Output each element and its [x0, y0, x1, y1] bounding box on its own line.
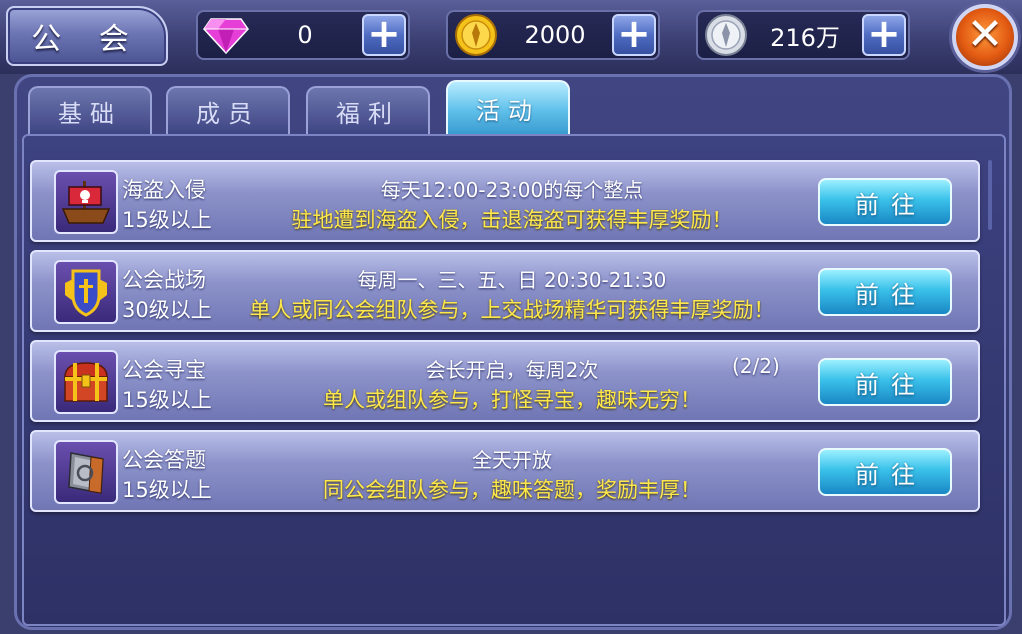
- go-button[interactable]: 前往: [818, 358, 952, 406]
- gem-counter: 0 +: [196, 10, 410, 60]
- scrollbar[interactable]: [988, 160, 992, 230]
- activity-schedule: 每周一、三、五、日 20:30-21:30: [357, 268, 667, 292]
- activity-row-guild-quiz: 公会答题 15级以上 全天开放 同公会组队参与，趣味答题，奖励丰厚！ 前往: [30, 430, 980, 512]
- gold-coin-icon: [452, 11, 500, 59]
- tab-basics[interactable]: 基础: [28, 86, 152, 134]
- activity-level: 15级以上: [122, 388, 212, 412]
- activity-schedule: 每天12:00-23:00的每个整点: [380, 178, 644, 202]
- activity-description: 单人或组队参与，打怪寻宝，趣味无穷！: [323, 388, 701, 412]
- page-title: 公 会: [6, 6, 168, 66]
- add-silver-button[interactable]: +: [862, 14, 906, 56]
- close-button[interactable]: ✕: [952, 4, 1018, 70]
- activity-description: 驻地遭到海盗入侵，击退海盗可获得丰厚奖励！: [291, 208, 733, 232]
- silver-counter: 216万 +: [696, 10, 910, 60]
- go-button[interactable]: 前往: [818, 268, 952, 316]
- add-gold-button[interactable]: +: [612, 14, 656, 56]
- activity-row-guild-battlefield: 公会战场 30级以上 每周一、三、五、日 20:30-21:30 单人或同公会组…: [30, 250, 980, 332]
- silver-amount: 216万: [770, 23, 840, 52]
- go-button[interactable]: 前往: [818, 178, 952, 226]
- activity-row-pirate-invasion: 海盗入侵 15级以上 每天12:00-23:00的每个整点 驻地遭到海盗入侵，击…: [30, 160, 980, 242]
- activity-count: (2/2): [732, 354, 780, 378]
- go-button[interactable]: 前往: [818, 448, 952, 496]
- activity-level: 30级以上: [122, 298, 212, 322]
- tab-benefits[interactable]: 福利: [306, 86, 430, 134]
- activity-name: 公会答题: [122, 448, 206, 472]
- gem-icon: [202, 11, 250, 59]
- activity-description: 同公会组队参与，趣味答题，奖励丰厚！: [323, 478, 701, 502]
- gem-amount: 0: [297, 21, 313, 49]
- activity-description: 单人或同公会组队参与，上交战场精华可获得丰厚奖励！: [249, 298, 775, 322]
- silver-coin-icon: [702, 11, 750, 59]
- tab-activities[interactable]: 活动: [446, 80, 570, 134]
- treasure-chest-icon: [54, 350, 118, 414]
- add-gems-button[interactable]: +: [362, 14, 406, 56]
- activity-name: 公会战场: [122, 268, 206, 292]
- activity-name: 公会寻宝: [122, 358, 206, 382]
- guild-shield-icon: [54, 260, 118, 324]
- activity-row-guild-treasure-hunt: 公会寻宝 15级以上 会长开启，每周2次 (2/2) 单人或组队参与，打怪寻宝，…: [30, 340, 980, 422]
- close-icon: ✕: [966, 9, 1004, 60]
- quiz-book-icon: [54, 440, 118, 504]
- activity-schedule: 会长开启，每周2次: [425, 358, 599, 382]
- pirate-ship-icon: [54, 170, 118, 234]
- gold-amount: 2000: [524, 21, 586, 49]
- activity-level: 15级以上: [122, 478, 212, 502]
- activity-level: 15级以上: [122, 208, 212, 232]
- tab-members[interactable]: 成员: [166, 86, 290, 134]
- activity-name: 海盗入侵: [122, 178, 206, 202]
- activity-schedule: 全天开放: [472, 448, 552, 472]
- gold-counter: 2000 +: [446, 10, 660, 60]
